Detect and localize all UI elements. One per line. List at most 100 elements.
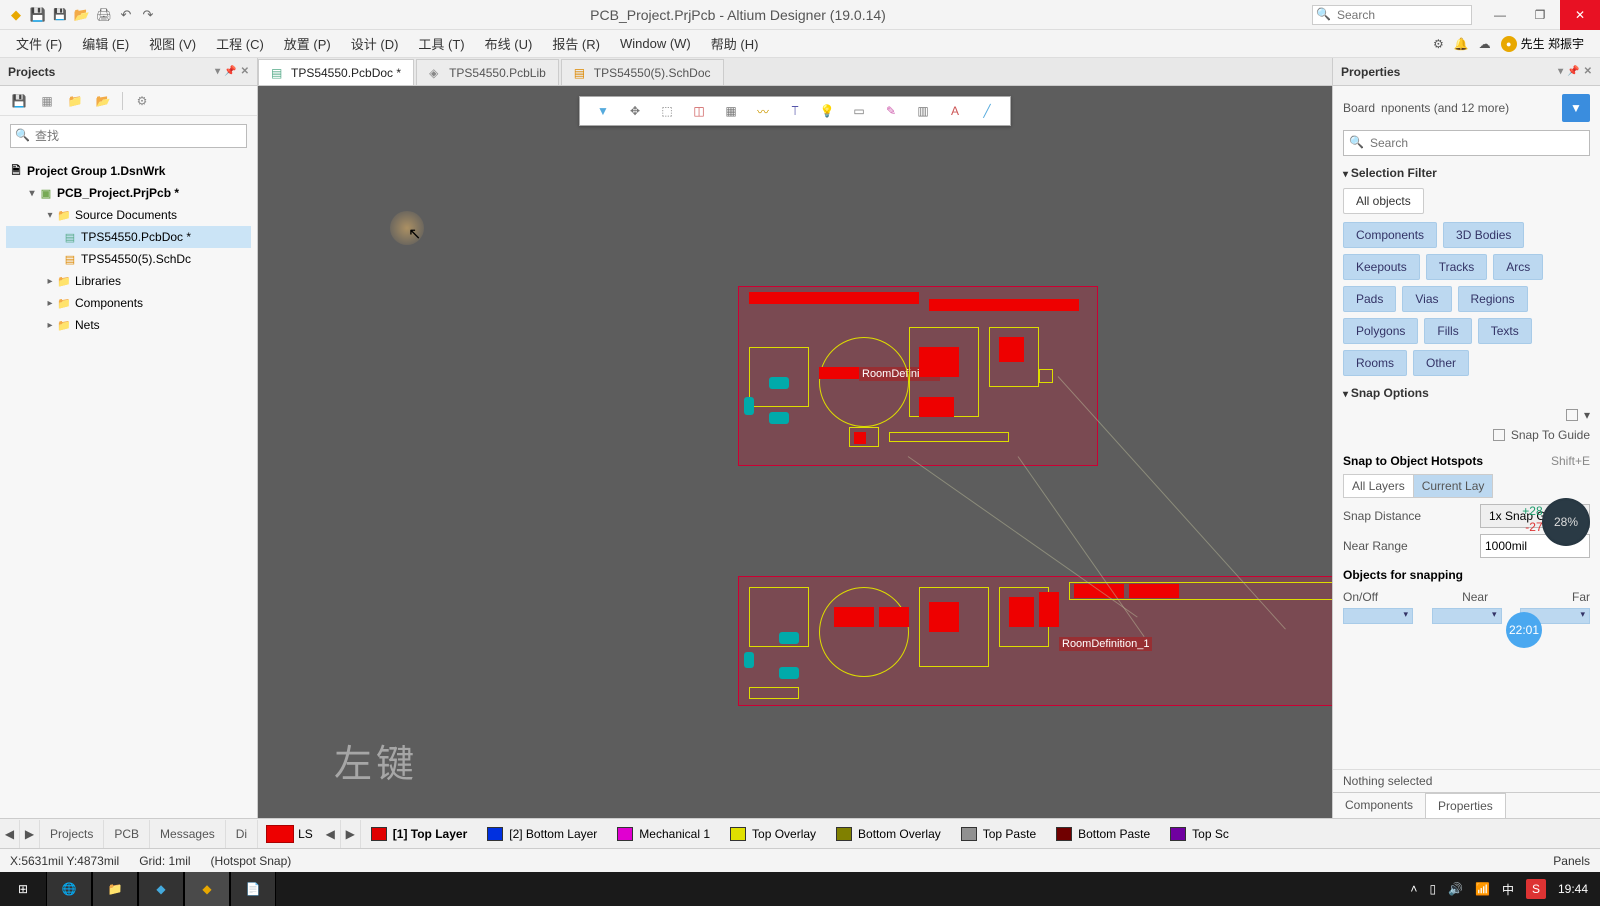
tray-volume-icon[interactable]: 🔊 — [1448, 882, 1463, 896]
line-icon[interactable]: ╱ — [978, 102, 996, 120]
tree-doc-schdoc[interactable]: ▤ TPS54550(5).SchDc — [6, 248, 251, 270]
bell-icon[interactable]: 🔔 — [1454, 37, 1469, 51]
layers-prev-icon[interactable]: ◀ — [321, 820, 341, 848]
tray-network-icon[interactable]: 📶 — [1475, 882, 1490, 896]
tray-sogou-icon[interactable]: S — [1526, 879, 1546, 899]
lamp-icon[interactable]: 💡 — [818, 102, 836, 120]
snap-dropdown[interactable]: ▾ — [1566, 408, 1590, 422]
tabs-next-icon[interactable]: ▶ — [20, 820, 40, 848]
layer-3[interactable]: Top Overlay — [720, 820, 826, 848]
gear-icon[interactable]: ⚙ — [1433, 37, 1444, 51]
tab-components[interactable]: Components — [1333, 793, 1425, 818]
pcb-board-1[interactable]: RoomDefinition — [738, 286, 1098, 466]
selection-filter-header[interactable]: Selection Filter — [1343, 166, 1590, 180]
tray-ime[interactable]: 中 — [1502, 881, 1514, 898]
tree-nets[interactable]: ▸ 📁 Nets — [6, 314, 251, 336]
properties-search-input[interactable] — [1343, 130, 1590, 156]
menu-help[interactable]: 帮助 (H) — [701, 30, 769, 57]
layer-0[interactable]: [1] Top Layer — [361, 820, 477, 848]
bottom-tab-messages[interactable]: Messages — [150, 820, 226, 848]
panels-button[interactable]: Panels — [1553, 854, 1590, 868]
seg-all-layers[interactable]: All Layers — [1344, 475, 1414, 497]
panel-pin-icon[interactable]: 📌 — [1567, 66, 1579, 77]
tree-libraries[interactable]: ▸ 📁 Libraries — [6, 270, 251, 292]
pill-arcs[interactable]: Arcs — [1493, 254, 1543, 280]
layer-5[interactable]: Top Paste — [951, 820, 1046, 848]
menu-edit[interactable]: 编辑 (E) — [72, 30, 139, 57]
menu-reports[interactable]: 报告 (R) — [542, 30, 610, 57]
route-icon[interactable]: 〰 — [754, 102, 772, 120]
tabs-prev-icon[interactable]: ◀ — [0, 820, 20, 848]
menu-project[interactable]: 工程 (C) — [206, 30, 274, 57]
tray-chevron-up-icon[interactable]: ˄ — [1410, 882, 1417, 896]
tab-properties[interactable]: Properties — [1425, 793, 1506, 818]
cloud-icon[interactable]: ☁ — [1479, 37, 1491, 51]
tree-components[interactable]: ▸ 📁 Components — [6, 292, 251, 314]
projects-search-input[interactable] — [10, 124, 247, 148]
undo-icon[interactable]: ↶ — [118, 7, 134, 23]
layer-4[interactable]: Bottom Overlay — [826, 820, 951, 848]
task-chrome[interactable]: 🌐 — [46, 872, 92, 906]
pcb-board-2[interactable]: RoomDefinition_1 — [738, 576, 1332, 706]
tab-pcbdoc[interactable]: ▤ TPS54550.PcbDoc * — [258, 59, 414, 85]
layer-7[interactable]: Top Sc — [1160, 820, 1239, 848]
pill-all-objects[interactable]: All objects — [1343, 188, 1424, 214]
tb-navigate-icon[interactable]: 📂 — [94, 92, 112, 110]
pill-tracks[interactable]: Tracks — [1426, 254, 1488, 280]
bottom-tab-di[interactable]: Di — [226, 820, 258, 848]
pcb-canvas[interactable]: ▼ ✥ ⬚ ◫ ▦ 〰 ⟙ 💡 ▭ ✎ ▥ A ╱ RoomDefinition — [258, 86, 1332, 818]
tree-doc-pcbdoc[interactable]: ▤ TPS54550.PcbDoc * — [6, 226, 251, 248]
save-icon[interactable]: 💾 — [30, 7, 46, 23]
save-all-icon[interactable]: 💾 — [52, 7, 68, 23]
tb-save-icon[interactable]: 💾 — [10, 92, 28, 110]
minimize-button[interactable]: — — [1480, 0, 1520, 30]
projects-search[interactable]: 🔍 — [10, 124, 247, 148]
titlebar-search-input[interactable] — [1312, 5, 1472, 25]
snap-options-header[interactable]: Snap Options — [1343, 386, 1590, 400]
grid-icon[interactable]: ▦ — [722, 102, 740, 120]
layer-1[interactable]: [2] Bottom Layer — [477, 820, 607, 848]
snap-cell-near[interactable] — [1432, 608, 1502, 624]
performance-circle[interactable]: 28% — [1542, 498, 1590, 546]
close-button[interactable]: ✕ — [1560, 0, 1600, 30]
layer-2[interactable]: Mechanical 1 — [607, 820, 720, 848]
tb-folder-icon[interactable]: 📁 — [66, 92, 84, 110]
panel-dropdown-icon[interactable]: ▾ — [215, 66, 220, 77]
layers-next-icon[interactable]: ▶ — [341, 820, 361, 848]
tb-compile-icon[interactable]: ▦ — [38, 92, 56, 110]
task-explorer[interactable]: 📁 — [92, 872, 138, 906]
menu-file[interactable]: 文件 (F) — [6, 30, 72, 57]
menu-tools[interactable]: 工具 (T) — [408, 30, 474, 57]
tree-group[interactable]: 🗎 Project Group 1.DsnWrk — [6, 160, 251, 182]
timer-badge[interactable]: 22:01 — [1506, 612, 1542, 648]
menu-design[interactable]: 设计 (D) — [341, 30, 409, 57]
menu-route[interactable]: 布线 (U) — [475, 30, 543, 57]
panel-dropdown-icon[interactable]: ▾ — [1558, 66, 1563, 77]
pill-components[interactable]: Components — [1343, 222, 1437, 248]
move-icon[interactable]: ✥ — [626, 102, 644, 120]
pill-pads[interactable]: Pads — [1343, 286, 1396, 312]
maximize-button[interactable]: ❐ — [1520, 0, 1560, 30]
tree-source-documents[interactable]: ▾ 📁 Source Documents — [6, 204, 251, 226]
edit-icon[interactable]: ✎ — [882, 102, 900, 120]
panel-pin-icon[interactable]: 📌 — [224, 66, 236, 77]
open-icon[interactable]: 📂 — [74, 7, 90, 23]
task-app1[interactable]: ◆ — [138, 872, 184, 906]
start-button[interactable]: ⊞ — [0, 872, 46, 906]
tree-project[interactable]: ▾ ▣ PCB_Project.PrjPcb * — [6, 182, 251, 204]
properties-search[interactable]: 🔍 — [1343, 130, 1590, 156]
pill-other[interactable]: Other — [1413, 350, 1469, 376]
task-altium[interactable]: ◆ — [184, 872, 230, 906]
pill-regions[interactable]: Regions — [1458, 286, 1528, 312]
layer-6[interactable]: Bottom Paste — [1046, 820, 1160, 848]
measure-icon[interactable]: ⟙ — [786, 102, 804, 120]
filter-funnel-button[interactable]: ▼ — [1562, 94, 1590, 122]
align-icon[interactable]: ◫ — [690, 102, 708, 120]
tab-schdoc[interactable]: ▤ TPS54550(5).SchDoc — [561, 59, 724, 85]
pill-rooms[interactable]: Rooms — [1343, 350, 1407, 376]
pill-vias[interactable]: Vias — [1402, 286, 1451, 312]
panel-close-icon[interactable]: ✕ — [1584, 66, 1592, 77]
tray-clock[interactable]: 19:44 — [1558, 882, 1588, 896]
task-notes[interactable]: 📄 — [230, 872, 276, 906]
pill-3d-bodies[interactable]: 3D Bodies — [1443, 222, 1524, 248]
